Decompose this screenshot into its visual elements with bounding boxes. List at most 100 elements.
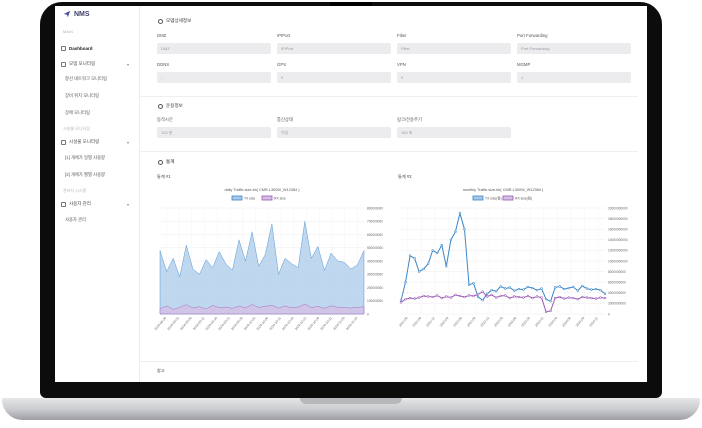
x-tick-label: 2022-09 — [466, 316, 477, 328]
y-tick-label: 10000000000 — [608, 259, 628, 263]
x-tick-label: 2023-12 — [534, 316, 545, 328]
operation-title: 운용정보 — [158, 103, 183, 109]
data-point — [531, 286, 534, 290]
nav-section-facility: 시설물 모니터링 — [63, 126, 90, 131]
ddns-field[interactable]: ... — [157, 72, 271, 83]
link-period-field[interactable]: 180 초 — [397, 127, 511, 138]
data-point — [590, 288, 593, 291]
data-point — [463, 227, 466, 231]
nav-section-main: MAIN — [63, 29, 73, 34]
data-point — [458, 212, 462, 215]
home-icon — [61, 45, 66, 51]
data-point — [413, 297, 416, 300]
dmz-field[interactable]: DMZ — [157, 43, 271, 54]
data-point — [454, 230, 457, 234]
data-point — [431, 249, 434, 252]
data-point — [567, 296, 570, 299]
data-point — [522, 296, 525, 299]
globe-icon — [158, 103, 163, 109]
data-point — [467, 283, 471, 287]
paper-plane-icon — [63, 10, 71, 18]
vpn-field[interactable]: 0 — [397, 72, 511, 83]
section-divider — [140, 96, 638, 97]
data-point — [517, 295, 521, 299]
data-point — [481, 290, 484, 293]
sidebar-subitem[interactable]: [2] 개체가 월별 사용량 — [65, 172, 105, 178]
y-tick-label: 8000000000 — [608, 270, 626, 274]
data-point — [499, 285, 502, 288]
chart-title: monthly Traffic size-kb( CMR-L300W_W1238… — [463, 188, 544, 192]
legend-label: TX size — [244, 196, 255, 200]
data-point — [494, 296, 498, 299]
chart-title: daily Traffic size-kb( CMR-L300W_W12384 … — [224, 188, 300, 192]
operation-time-field[interactable]: 120 분 — [157, 127, 271, 138]
data-point — [481, 299, 484, 302]
comm-status-field[interactable]: 이상 — [277, 127, 391, 138]
x-tick-label: 2021-12 — [425, 316, 436, 328]
field-label-gps: GPS — [277, 62, 287, 67]
sidebar-item-user-management[interactable]: 사용자 관리 ▾ — [61, 199, 133, 209]
data-point — [576, 297, 580, 301]
monthly-traffic-chart: monthly Traffic size-kb( CMR-L300W_W1238… — [398, 188, 628, 328]
sidebar-item-modem-monitoring[interactable]: 모뎀 모니터링 ▾ — [61, 59, 133, 69]
x-tick-label: 2024-09-06 — [179, 316, 193, 331]
nav-section-admin: 관리자 시스템 — [63, 188, 87, 193]
data-point — [576, 289, 580, 292]
notes-caption: 참고 — [157, 368, 165, 373]
data-point — [603, 296, 607, 300]
field-label-filter: Filter — [397, 33, 407, 38]
device-info-title: 모뎀상세정보 — [158, 18, 191, 24]
y-tick-label: 600000000 — [367, 233, 383, 237]
sidebar-subitem[interactable]: 장비 위치 모니터링 — [65, 93, 99, 99]
data-point — [549, 300, 552, 303]
x-tick-label: 2024-11-10 — [345, 316, 359, 331]
sidebar-subitem[interactable]: 장애 모니터링 — [65, 110, 90, 116]
data-point — [445, 265, 448, 268]
gps-field[interactable]: 0 — [277, 72, 391, 83]
y-tick-label: 6000000000 — [608, 281, 626, 285]
data-point — [499, 294, 502, 298]
field-label-ddns: DDNS — [157, 62, 170, 67]
data-point — [440, 296, 443, 300]
ip-port-field[interactable]: IP/Port — [277, 43, 391, 54]
y-tick-label: 800000000 — [367, 206, 383, 210]
y-tick-label: 4000000000 — [608, 291, 626, 295]
data-point — [594, 287, 598, 291]
brand-logo[interactable]: NMS — [63, 10, 90, 18]
data-point — [508, 296, 512, 300]
clock-icon — [158, 159, 163, 165]
y-tick-label: 0 — [367, 312, 369, 316]
data-point — [485, 292, 489, 296]
y-tick-label: 20000000000 — [608, 206, 628, 210]
filter-field[interactable]: Filter — [397, 43, 511, 54]
data-point — [404, 280, 407, 284]
sidebar-subitem[interactable]: 항선 네트워크 모니터링 — [65, 76, 107, 82]
data-point — [485, 295, 489, 298]
data-point — [463, 295, 466, 299]
field-label-comm-status: 통신상태 — [277, 117, 293, 122]
data-point — [467, 294, 471, 297]
x-tick-label: 2022-06 — [452, 316, 463, 328]
data-point — [413, 257, 416, 260]
sidebar-subitem[interactable]: [1] 개체가 일별 사용량 — [65, 155, 105, 161]
screen: NMS MAIN Dashboard 모뎀 모니터링 ▾ 항선 네트워크 모니터… — [55, 6, 647, 382]
data-point — [436, 251, 439, 255]
sidebar-item-facility-monitoring[interactable]: 시설물 모니터링 ▾ — [61, 137, 133, 147]
port-forwarding-field[interactable]: Port Forwarding — [517, 43, 631, 54]
data-point — [553, 296, 557, 300]
app-name: NMS — [74, 10, 90, 18]
y-tick-label: 2000000000 — [608, 302, 626, 306]
x-tick-label: 2021-06 — [398, 316, 409, 328]
data-point — [535, 288, 539, 292]
y-tick-label: 18000000000 — [608, 217, 628, 221]
x-tick-label: 2022-12 — [480, 316, 491, 328]
data-point — [449, 296, 453, 299]
data-point — [504, 287, 507, 290]
sidebar-subitem[interactable]: 사용자 관리 — [65, 217, 86, 223]
data-point — [458, 294, 462, 298]
data-point — [472, 294, 475, 298]
mgmp-field[interactable]: 1 — [517, 72, 631, 83]
sidebar-item-dashboard[interactable]: Dashboard — [61, 43, 133, 53]
data-point — [436, 294, 439, 297]
data-point — [408, 296, 412, 300]
